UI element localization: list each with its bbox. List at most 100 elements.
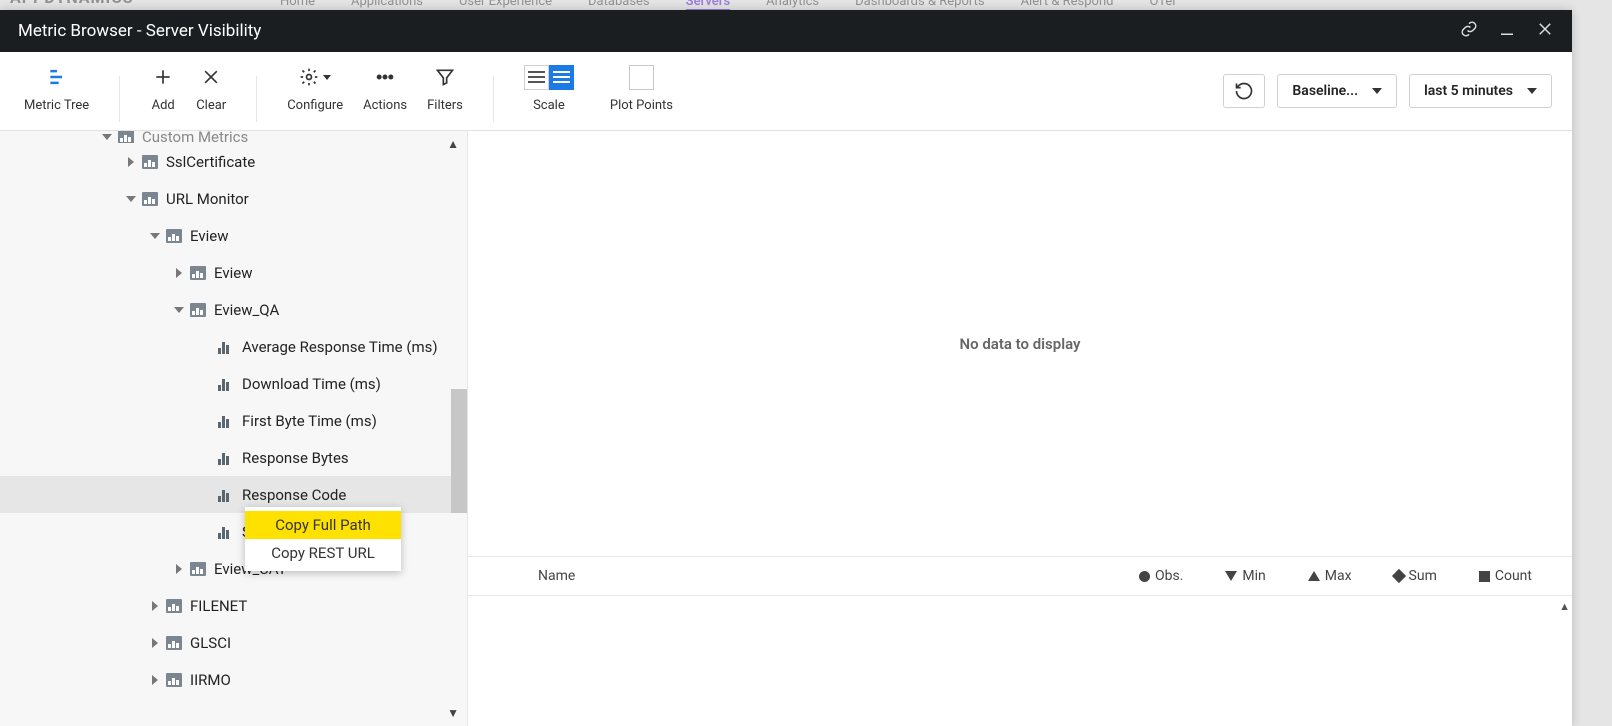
tree-folder-sslcertificate[interactable]: SslCertificate	[0, 143, 467, 180]
context-menu-copy-rest-url[interactable]: Copy REST URL	[245, 539, 401, 567]
tree-label: GLSCI	[190, 634, 231, 652]
tree-label: Eview	[190, 227, 228, 245]
tree-label: Response Bytes	[242, 449, 349, 467]
actions-label: Actions	[363, 98, 407, 113]
diamond-icon	[1391, 569, 1405, 583]
metric-browser-modal: Metric Browser - Server Visibility Metri…	[0, 10, 1572, 726]
col-obs[interactable]: Obs.	[1139, 568, 1183, 584]
triangle-down-icon	[1225, 571, 1237, 581]
tree-folder-filenet[interactable]: FILENET	[0, 587, 467, 624]
nav-otel[interactable]: OTel	[1149, 0, 1175, 9]
nav-servers[interactable]: Servers	[686, 0, 731, 10]
nav-user-experience[interactable]: User Experience	[459, 0, 552, 9]
link-icon[interactable]	[1460, 20, 1478, 42]
tree-folder-eview[interactable]: Eview	[0, 217, 467, 254]
refresh-button[interactable]	[1223, 74, 1265, 108]
plot-points-label: Plot Points	[610, 98, 673, 113]
tree-folder-eview-sub[interactable]: Eview	[0, 254, 467, 291]
col-count[interactable]: Count	[1479, 568, 1532, 584]
metric-tree: Custom Metrics SslCertificate URL Monito…	[0, 131, 467, 698]
table-scroll-up-arrow[interactable]: ▲	[1559, 600, 1570, 613]
actions-button[interactable]: Actions	[353, 66, 417, 113]
tree-label: Download Time (ms)	[242, 375, 381, 393]
chart-panel: No data to display Name Obs. Min Max Sum…	[468, 131, 1572, 726]
x-icon	[201, 66, 221, 88]
scroll-down-arrow[interactable]: ▼	[447, 706, 459, 720]
tree-metric-download-time[interactable]: Download Time (ms)	[0, 365, 467, 402]
tree-folder-glsci[interactable]: GLSCI	[0, 624, 467, 661]
timerange-dropdown[interactable]: last 5 minutes	[1409, 74, 1552, 108]
folder-icon	[166, 599, 182, 613]
series-table-body: ▲	[468, 596, 1572, 726]
metric-tree-button[interactable]: Metric Tree	[14, 66, 99, 113]
baseline-dropdown[interactable]: Baseline...	[1277, 74, 1397, 108]
nav-analytics[interactable]: Analytics	[766, 0, 819, 9]
nav-home[interactable]: Home	[280, 0, 315, 9]
tree-folder-url-monitor[interactable]: URL Monitor	[0, 180, 467, 217]
chart-empty-text: No data to display	[959, 335, 1080, 353]
tree-metric-first-byte-time[interactable]: First Byte Time (ms)	[0, 402, 467, 439]
nav-alert-respond[interactable]: Alert & Respond	[1021, 0, 1114, 9]
metric-icon	[218, 377, 234, 391]
folder-icon	[190, 562, 206, 576]
scrollbar-thumb[interactable]	[451, 389, 467, 513]
clear-button[interactable]: Clear	[186, 66, 236, 113]
tree-icon	[47, 66, 67, 88]
col-max[interactable]: Max	[1308, 568, 1352, 584]
toolbar: Metric Tree Add Clear Configure Actions	[0, 52, 1572, 131]
add-label: Add	[152, 98, 175, 113]
tree-folder-custom-metrics[interactable]: Custom Metrics	[0, 131, 467, 143]
tree-label: First Byte Time (ms)	[242, 412, 377, 430]
tree-label: SslCertificate	[166, 153, 255, 171]
nav-databases[interactable]: Databases	[588, 0, 650, 9]
tree-metric-response-bytes[interactable]: Response Bytes	[0, 439, 467, 476]
context-menu: Copy Full Path Copy REST URL	[245, 507, 401, 571]
filters-label: Filters	[427, 98, 463, 113]
folder-icon	[142, 155, 158, 169]
folder-icon	[118, 131, 134, 143]
folder-icon	[190, 303, 206, 317]
gear-icon	[299, 66, 331, 88]
close-icon[interactable]	[1536, 20, 1554, 42]
tree-metric-avg-response-time[interactable]: Average Response Time (ms)	[0, 328, 467, 365]
col-name[interactable]: Name	[538, 568, 575, 584]
configure-label: Configure	[287, 98, 343, 113]
plus-icon	[153, 66, 173, 88]
plot-points-button[interactable]: Plot Points	[600, 66, 683, 113]
minimize-icon[interactable]	[1498, 20, 1516, 42]
folder-icon	[166, 636, 182, 650]
clear-label: Clear	[196, 98, 226, 113]
filters-button[interactable]: Filters	[417, 66, 473, 113]
folder-icon	[166, 673, 182, 687]
scale-label: Scale	[533, 98, 565, 113]
modal-title: Metric Browser - Server Visibility	[18, 21, 261, 41]
nav-applications[interactable]: Applications	[351, 0, 423, 9]
chart-empty-state: No data to display	[468, 131, 1572, 556]
tree-folder-eview-qa[interactable]: Eview_QA	[0, 291, 467, 328]
scroll-up-arrow[interactable]: ▲	[447, 137, 459, 151]
modal-titlebar: Metric Browser - Server Visibility	[0, 10, 1572, 52]
col-sum[interactable]: Sum	[1394, 568, 1437, 584]
tree-label: Eview_QA	[214, 301, 279, 319]
tree-label: Custom Metrics	[142, 131, 248, 143]
funnel-icon	[435, 66, 455, 88]
scale-button[interactable]: Scale	[514, 66, 584, 113]
modal-body: ▲ ▼ Custom Metrics SslCertificate	[0, 131, 1572, 726]
series-table-header: Name Obs. Min Max Sum Count	[468, 556, 1572, 596]
configure-button[interactable]: Configure	[277, 66, 353, 113]
folder-icon	[190, 266, 206, 280]
folder-icon	[142, 192, 158, 206]
metric-icon	[218, 451, 234, 465]
tree-label: FILENET	[190, 597, 247, 615]
circle-icon	[1139, 571, 1150, 582]
triangle-up-icon	[1308, 571, 1320, 581]
tree-folder-iirmo[interactable]: IIRMO	[0, 661, 467, 698]
brand-logo: APPDYNAMICS	[10, 0, 134, 7]
tree-label: URL Monitor	[166, 190, 249, 208]
chevron-down-icon	[1372, 88, 1382, 94]
add-button[interactable]: Add	[140, 66, 186, 113]
nav-dashboards[interactable]: Dashboards & Reports	[855, 0, 984, 9]
col-min[interactable]: Min	[1225, 568, 1265, 584]
global-nav: APPDYNAMICS Home Applications User Exper…	[0, 0, 1612, 10]
context-menu-copy-full-path[interactable]: Copy Full Path	[245, 511, 401, 539]
